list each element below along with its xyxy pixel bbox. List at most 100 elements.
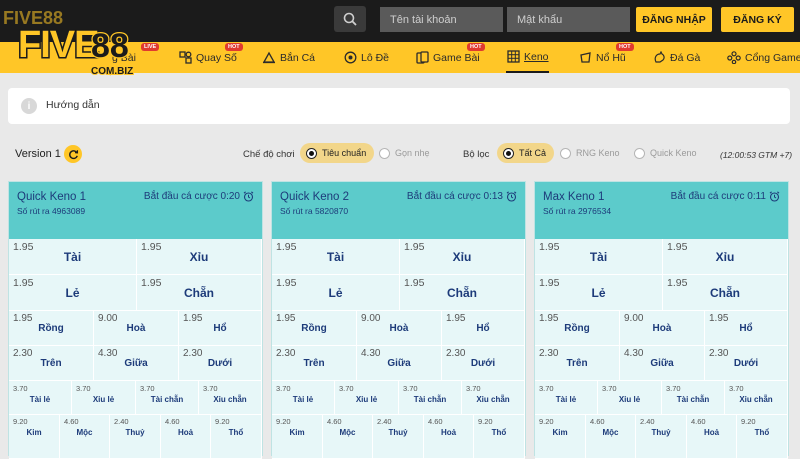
bet-option[interactable]: 2.30 Trên [535,346,620,381]
bet-option[interactable]: 1.95 Chẵn [400,275,525,311]
nav-item-quay-so[interactable]: Quay Số HOT [178,42,243,73]
bet-option[interactable]: 2.30 Dưới [179,346,262,381]
bet-option[interactable]: 1.95 Rồng [9,311,94,346]
bet-label: Hoả [440,428,457,437]
nav-item-label: Đá Gà [670,51,701,64]
mode-option-standard[interactable]: Tiêu chuẩn [300,143,375,163]
bet-option[interactable]: 1.95 Lẻ [9,275,137,311]
filter-option-label: Tất Cả [519,148,547,158]
bet-option[interactable]: 2.30 Dưới [705,346,788,381]
bet-option[interactable]: 9.20 Kim [9,415,60,459]
bet-option[interactable]: 9.20 Kim [535,415,586,459]
bet-option[interactable]: 2.30 Trên [9,346,94,381]
bet-option[interactable]: 3.70 Tài lẻ [535,381,598,415]
nav-item-label: Lô Đề [361,51,390,64]
bet-option[interactable]: 1.95 Xỉu [400,239,525,275]
bet-option[interactable]: 1.95 Chẵn [137,275,262,311]
register-button[interactable]: ĐĂNG KÝ [721,7,794,32]
live-badge: LIVE [141,43,160,51]
login-button[interactable]: ĐĂNG NHẬP [636,7,712,32]
card-header: Quick Keno 1 Số rút ra 4963089 Bắt đầu cá … [9,182,262,239]
nav-item-cong-game[interactable]: Cổng Game [727,42,800,73]
bet-option[interactable]: 3.70 Xỉu chẵn [725,381,788,415]
bet-option[interactable]: 3.70 Tài lẻ [9,381,72,415]
bet-option[interactable]: 3.70 Tài chẵn [662,381,725,415]
bet-option[interactable]: 4.60 Hoả [161,415,211,459]
bet-option[interactable]: 3.70 Xỉu chẵn [199,381,262,415]
bet-option[interactable]: 1.95 Tài [272,239,400,275]
filter-option-all[interactable]: Tất Cả [497,143,555,163]
filter-option-quick-keno[interactable]: Quick Keno [628,143,705,163]
bet-option[interactable]: 4.60 Hoả [687,415,737,459]
bet-option[interactable]: 3.70 Xỉu lẻ [335,381,399,415]
bet-option[interactable]: 4.30 Giữa [357,346,442,381]
bet-option[interactable]: 4.30 Giữa [620,346,705,381]
bet-option[interactable]: 9.20 Thổ [474,415,525,459]
bet-option[interactable]: 9.20 Kim [272,415,323,459]
odds-grid: 1.95 Tài 1.95 Xỉu 1.95 Lẻ 1.95 Chẵn 1.95 Rồng 9.00… [535,239,788,459]
bet-option[interactable]: 1.95 Rồng [535,311,620,346]
bet-option[interactable]: 2.30 Trên [272,346,357,381]
bet-option[interactable]: 1.95 Chẵn [663,275,788,311]
bet-option[interactable]: 9.20 Thổ [211,415,262,459]
five88-logo[interactable]: FIVE88 FIVE 88 COM.BIZ [0,4,138,78]
bet-option[interactable]: 2.40 Thuỷ [110,415,161,459]
nav-item-keno[interactable]: Keno [506,42,549,73]
nav-item-label: Game Bài [433,51,480,64]
bet-option[interactable]: 1.95 Lẻ [535,275,663,311]
bet-label: Giữa [650,358,674,369]
bet-label: Xỉu lẻ [618,395,641,404]
filter-option-rng-keno[interactable]: RNG Keno [554,143,628,163]
bet-label: Kim [552,428,568,437]
mode-option-compact[interactable]: Gọn nhẹ [373,143,438,163]
bet-option[interactable]: 4.30 Giữa [94,346,179,381]
bet-option[interactable]: 4.60 Hoả [424,415,474,459]
refresh-button[interactable] [64,145,82,163]
bet-option[interactable]: 4.60 Mộc [60,415,110,459]
search-button[interactable] [334,6,366,32]
nav-item-ban-ca[interactable]: Bắn Cá [262,42,315,73]
bet-option[interactable]: 3.70 Tài lẻ [272,381,335,415]
radio-unchecked [560,147,571,159]
bet-option[interactable]: 1.95 Lẻ [272,275,400,311]
bet-label: Xỉu [452,250,472,264]
bet-option[interactable]: 1.95 Rồng [272,311,357,346]
bet-option[interactable]: 3.70 Xỉu chẵn [462,381,525,415]
bet-option[interactable]: 9.00 Hoà [94,311,179,346]
nav-item-lo-de[interactable]: Lô Đề [343,42,389,73]
svg-text:COM.BIZ: COM.BIZ [91,66,133,77]
password-input[interactable] [507,7,630,32]
nav-item-da-ga[interactable]: Đá Gà [652,42,700,73]
bet-option[interactable]: 2.40 Thuỷ [636,415,687,459]
bet-option[interactable]: 4.60 Mộc [323,415,373,459]
nav-item-no-hu[interactable]: Nổ Hũ HOT [578,42,634,73]
bet-odds: 3.70 [403,384,418,393]
bet-option[interactable]: 1.95 Hổ [179,311,262,346]
bet-option[interactable]: 2.40 Thuỷ [373,415,424,459]
bet-option[interactable]: 3.70 Tài chẵn [136,381,199,415]
bet-option[interactable]: 9.20 Thổ [737,415,788,459]
guide-bar[interactable]: i Hướng dẫn [8,88,790,124]
bet-option[interactable]: 4.60 Mộc [586,415,636,459]
bet-option[interactable]: 9.00 Hoà [620,311,705,346]
bet-timer-text: Bắt đầu cá cược 0:13 [406,191,503,202]
card-header: Quick Keno 2 Số rút ra 5820870 Bắt đầu cá … [272,182,525,239]
bet-option[interactable]: 3.70 Tài chẵn [399,381,462,415]
bet-option[interactable]: 3.70 Xỉu lẻ [598,381,662,415]
bet-option[interactable]: 1.95 Xỉu [137,239,262,275]
bet-option[interactable]: 1.95 Xỉu [663,239,788,275]
bet-odds: 3.70 [140,384,155,393]
nav-item-game-bai[interactable]: Game Bài HOT [415,42,485,73]
bet-option[interactable]: 1.95 Tài [535,239,663,275]
bet-option[interactable]: 1.95 Hổ [705,311,788,346]
guide-label: Hướng dẫn [46,99,100,111]
bet-option[interactable]: 9.00 Hoà [357,311,442,346]
username-input[interactable] [380,7,503,32]
bet-label: Xỉu chẵn [476,395,510,404]
bet-option[interactable]: 2.30 Dưới [442,346,525,381]
bet-option[interactable]: 1.95 Hổ [442,311,525,346]
bet-option[interactable]: 3.70 Xỉu lẻ [72,381,136,415]
game-name: Max Keno 1 [543,191,605,203]
bet-option[interactable]: 1.95 Tài [9,239,137,275]
bet-label: Tài [63,250,82,264]
